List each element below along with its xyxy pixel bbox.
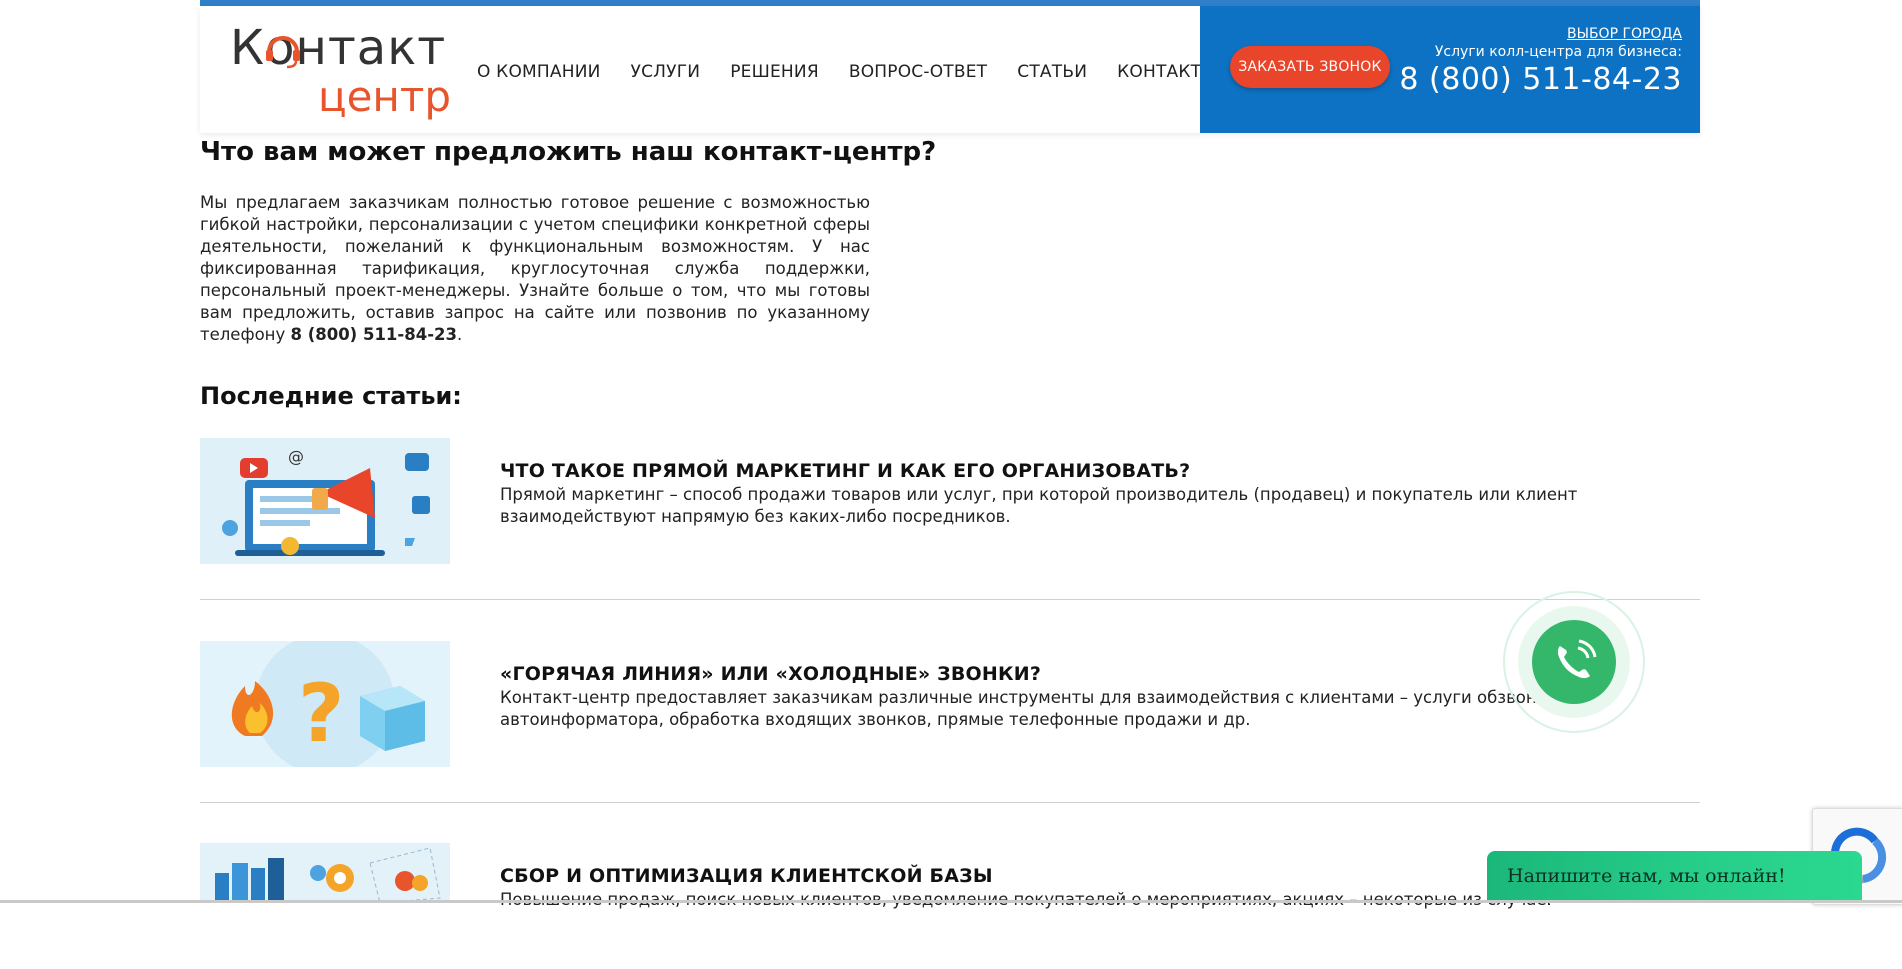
nav-item-faq[interactable]: ВОПРОС-ОТВЕТ — [849, 62, 987, 82]
chat-label: Напишите нам, мы онлайн! — [1507, 865, 1786, 887]
header-phone[interactable]: 8 (800) 511-84-23 — [1399, 62, 1682, 97]
svg-text:?: ? — [298, 667, 344, 760]
article-card[interactable]: ? «ГОРЯЧАЯ ЛИНИЯ» ИЛИ «ХОЛОДНЫЕ» ЗВОНКИ?… — [200, 641, 1700, 767]
logo-text-centr: центр — [318, 72, 452, 121]
article-thumbnail[interactable]: ? — [200, 641, 450, 767]
article-card[interactable]: @ ЧТО ТАКОЕ ПРЯМОЙ МАРКЕТИНГ И КАК ЕГО О… — [200, 438, 1700, 564]
article-divider — [200, 599, 1700, 600]
article-excerpt: Прямой маркетинг – способ продажи товаро… — [500, 485, 1578, 526]
header-contact-panel: ЗАКАЗАТЬ ЗВОНОК ВЫБОР ГОРОДА Услуги колл… — [1200, 6, 1700, 133]
order-call-button[interactable]: ЗАКАЗАТЬ ЗВОНОК — [1230, 46, 1390, 88]
offer-text: Мы предлагаем заказчикам полностью готов… — [200, 193, 870, 344]
nav-item-solutions[interactable]: РЕШЕНИЯ — [730, 62, 819, 82]
article-title[interactable]: СБОР И ОПТИМИЗАЦИЯ КЛИЕНТСКОЙ БАЗЫ — [500, 863, 993, 889]
article-title[interactable]: «ГОРЯЧАЯ ЛИНИЯ» ИЛИ «ХОЛОДНЫЕ» ЗВОНКИ? — [500, 661, 1041, 687]
nav-item-company[interactable]: О КОМПАНИИ — [477, 62, 601, 82]
offer-heading: Что вам может предложить наш контакт-цен… — [200, 137, 937, 167]
offer-phone: 8 (800) 511-84-23 — [290, 325, 458, 344]
article-thumbnail[interactable]: @ — [200, 438, 450, 564]
header-tagline: Услуги колл-центра для бизнеса: — [1434, 44, 1682, 60]
nav-item-articles[interactable]: СТАТЬИ — [1017, 62, 1087, 82]
article-divider — [200, 802, 1700, 803]
offer-text-end: . — [457, 325, 463, 344]
articles-heading: Последние статьи: — [200, 382, 462, 410]
article-excerpt: Контакт-центр предоставляет заказчикам р… — [500, 688, 1553, 729]
article-thumbnail[interactable] — [200, 843, 450, 903]
svg-text:@: @ — [288, 447, 304, 466]
fire-question-ice-icon: ? — [200, 641, 450, 767]
site-logo[interactable]: Контакт центр — [230, 20, 451, 121]
headset-icon — [266, 36, 300, 69]
client-base-icon — [200, 843, 450, 903]
callback-widget[interactable] — [1502, 590, 1646, 734]
city-select-link[interactable]: ВЫБОР ГОРОДА — [1567, 26, 1682, 42]
phone-icon — [1503, 591, 1645, 733]
site-header: Контакт центр О КОМПАНИИ УСЛУГИ РЕШЕНИЯ … — [200, 6, 1700, 133]
article-title[interactable]: ЧТО ТАКОЕ ПРЯМОЙ МАРКЕТИНГ И КАК ЕГО ОРГ… — [500, 458, 1190, 484]
nav-item-services[interactable]: УСЛУГИ — [631, 62, 701, 82]
offer-paragraph: Мы предлагаем заказчикам полностью готов… — [200, 192, 870, 346]
marketing-megaphone-icon: @ — [200, 438, 450, 564]
main-nav: О КОМПАНИИ УСЛУГИ РЕШЕНИЯ ВОПРОС-ОТВЕТ С… — [477, 62, 1216, 82]
article-card[interactable]: СБОР И ОПТИМИЗАЦИЯ КЛИЕНТСКОЙ БАЗЫ Повыш… — [200, 843, 1700, 969]
online-chat-bar[interactable]: Напишите нам, мы онлайн! — [1487, 851, 1862, 903]
